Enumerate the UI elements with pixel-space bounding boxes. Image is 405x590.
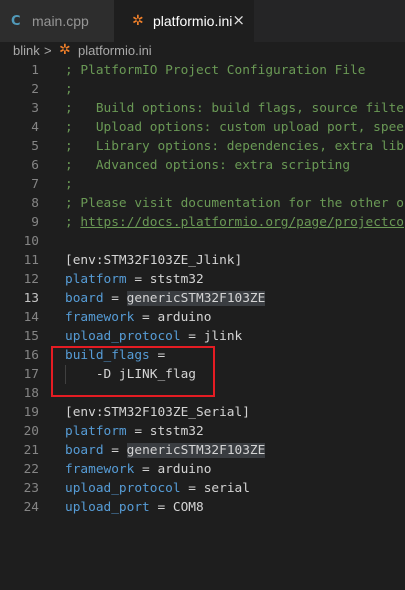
code-line: 23 upload_protocol = serial bbox=[0, 479, 405, 498]
code-line: 15 upload_protocol = jlink bbox=[0, 327, 405, 346]
line-number: 3 bbox=[31, 101, 39, 116]
line-number: 12 bbox=[23, 272, 39, 287]
line-number: 24 bbox=[23, 500, 39, 515]
line-number: 14 bbox=[23, 310, 39, 325]
line-number: 22 bbox=[23, 462, 39, 477]
comment-text: ; bbox=[65, 177, 73, 192]
code-line: 11 [env:STM32F103ZE_Jlink] bbox=[0, 251, 405, 270]
code-line: 13 board = genericSTM32F103ZE bbox=[0, 289, 405, 308]
breadcrumb-file[interactable]: platformio.ini bbox=[78, 42, 152, 59]
tab-label: platformio.ini bbox=[153, 13, 233, 29]
option-key: upload_protocol bbox=[65, 481, 181, 496]
comment-text: ; Advanced options: extra scripting bbox=[65, 158, 351, 173]
option-value: COM8 bbox=[172, 500, 204, 515]
option-key: platform bbox=[65, 424, 127, 439]
code-line: 4 ; Upload options: custom upload port, s… bbox=[0, 118, 405, 137]
line-number: 23 bbox=[23, 481, 39, 496]
docs-link[interactable]: https://docs.platformio.org/page/project… bbox=[80, 215, 404, 230]
comment-text: ; Build options: build flags, source fil… bbox=[65, 101, 404, 116]
line-number: 15 bbox=[23, 329, 39, 344]
platformio-file-icon: ✲ bbox=[132, 13, 144, 29]
line-number: 10 bbox=[23, 234, 39, 249]
section-header: [env:STM32F103ZE_Serial] bbox=[65, 405, 250, 420]
comment-text: ; Upload options: custom upload port, sp… bbox=[65, 120, 404, 135]
line-number: 2 bbox=[31, 82, 39, 97]
code-line: 19 [env:STM32F103ZE_Serial] bbox=[0, 403, 405, 422]
section-header: [env:STM32F103ZE_Jlink] bbox=[65, 253, 243, 268]
code-line: 6 ; Advanced options: extra scripting bbox=[0, 156, 405, 175]
line-number: 18 bbox=[23, 386, 39, 401]
code-line: 2; bbox=[0, 80, 405, 99]
option-value: ststm32 bbox=[149, 424, 204, 439]
line-number: 7 bbox=[31, 177, 39, 192]
line-number: 1 bbox=[31, 63, 39, 78]
line-number: 19 bbox=[23, 405, 39, 420]
comment-text: ; bbox=[65, 82, 73, 97]
line-number: 6 bbox=[31, 158, 39, 173]
code-line: 24 upload_port = COM8 bbox=[0, 498, 405, 517]
code-line: 12 platform = ststm32 bbox=[0, 270, 405, 289]
close-icon[interactable]: × bbox=[232, 11, 245, 29]
line-number: 17 bbox=[23, 367, 39, 382]
line-number: 20 bbox=[23, 424, 39, 439]
code-line: 3 ; Build options: build flags, source fi… bbox=[0, 99, 405, 118]
code-line: 21 board = genericSTM32F103ZE bbox=[0, 441, 405, 460]
breadcrumb-folder[interactable]: blink bbox=[13, 42, 40, 59]
tab-main-cpp[interactable]: C main.cpp bbox=[0, 0, 114, 42]
code-editor[interactable]: 1 ; PlatformIO Project Configuration File… bbox=[0, 61, 405, 517]
comment-prefix: ; bbox=[65, 215, 81, 230]
option-value: jlink bbox=[203, 329, 243, 344]
option-key: upload_protocol bbox=[65, 329, 181, 344]
option-key: framework bbox=[65, 310, 135, 325]
line-number: 8 bbox=[31, 196, 39, 211]
option-value: ststm32 bbox=[149, 272, 204, 287]
code-line: 20 platform = ststm32 bbox=[0, 422, 405, 441]
option-key: framework bbox=[65, 462, 135, 477]
platformio-file-icon: ✲ bbox=[59, 42, 71, 58]
option-key: upload_port bbox=[65, 500, 150, 515]
code-line: 9; https://docs.platformio.org/page/proj… bbox=[0, 213, 405, 232]
code-line: 8 ; Please visit documentation for the ot… bbox=[0, 194, 405, 213]
comment-text: ; Library options: dependencies, extra l… bbox=[65, 139, 404, 154]
breadcrumb-separator: > bbox=[44, 43, 52, 58]
option-key: board bbox=[65, 443, 104, 458]
option-key: board bbox=[65, 291, 104, 306]
option-value: arduino bbox=[157, 310, 212, 325]
tab-label: main.cpp bbox=[32, 13, 89, 29]
code-line: 10 bbox=[0, 232, 405, 251]
option-value: genericSTM32F103ZE bbox=[126, 291, 266, 306]
comment-text: ; PlatformIO Project Configuration File bbox=[65, 63, 366, 78]
option-value: serial bbox=[203, 481, 250, 496]
code-line: 22 framework = arduino bbox=[0, 460, 405, 479]
line-number: 16 bbox=[23, 348, 39, 363]
comment-text: ; Please visit documentation for the oth… bbox=[65, 196, 404, 211]
comment-text: ; https://docs.platformio.org/page/proje… bbox=[65, 213, 404, 232]
code-line: 7; bbox=[0, 175, 405, 194]
breadcrumb: blink > ✲ platformio.ini bbox=[0, 42, 405, 60]
cpp-file-icon: C bbox=[11, 13, 21, 29]
annotation-highlight-box bbox=[51, 346, 215, 397]
line-number: 9 bbox=[31, 215, 39, 230]
code-line: 1 ; PlatformIO Project Configuration File bbox=[0, 61, 405, 80]
line-number: 4 bbox=[31, 120, 39, 135]
editor-tab-bar: C main.cpp ✲ platformio.ini × bbox=[0, 0, 405, 42]
line-number: 13 bbox=[23, 291, 39, 306]
option-value: arduino bbox=[157, 462, 212, 477]
option-key: platform bbox=[65, 272, 127, 287]
line-number: 5 bbox=[31, 139, 39, 154]
tab-platformio-ini[interactable]: ✲ platformio.ini × bbox=[114, 0, 254, 42]
line-number: 21 bbox=[23, 443, 39, 458]
line-number: 11 bbox=[23, 253, 39, 268]
option-value: genericSTM32F103ZE bbox=[126, 443, 266, 458]
code-line: 5 ; Library options: dependencies, extra … bbox=[0, 137, 405, 156]
code-line: 14 framework = arduino bbox=[0, 308, 405, 327]
